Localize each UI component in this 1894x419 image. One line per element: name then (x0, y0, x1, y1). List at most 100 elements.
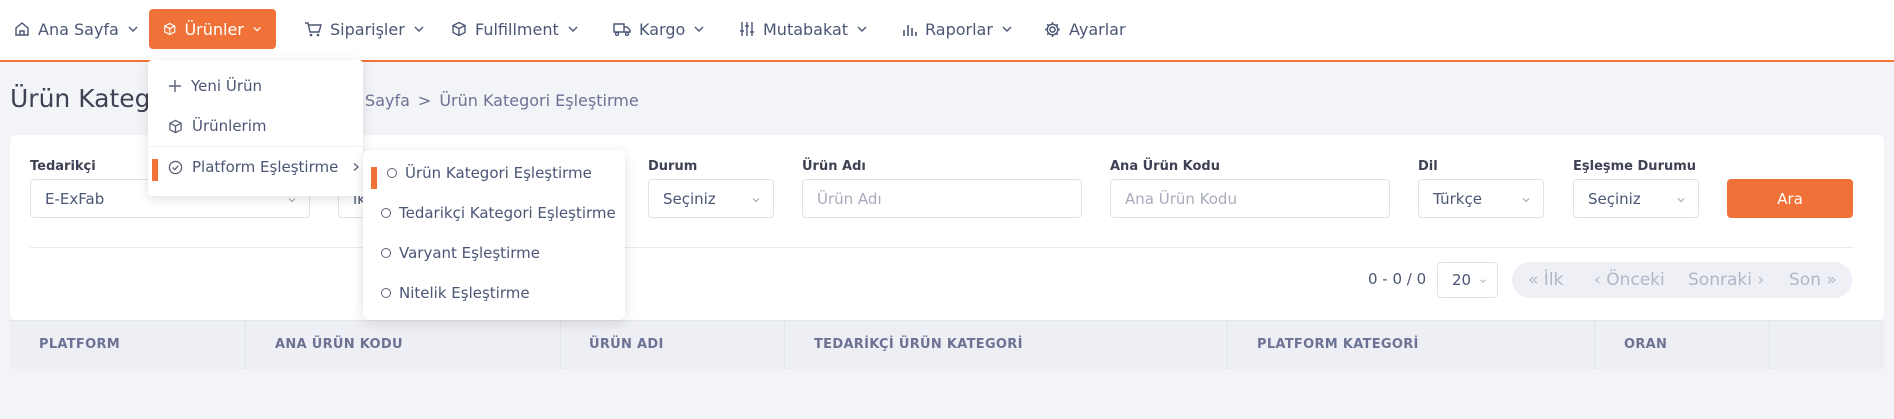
nav-item-shipping[interactable]: Kargo (613, 9, 705, 49)
breadcrumb-current: Ürün Kategori Eşleştirme (439, 91, 639, 110)
cart-icon (305, 22, 322, 37)
supplier-value: E-ExFab (45, 189, 105, 208)
chevron-down-icon (1480, 279, 1486, 283)
submenu-item-attribute[interactable]: Nitelik Eşleştirme (381, 284, 530, 302)
column-header[interactable]: PLATFORM KATEGORİ (1257, 337, 1419, 352)
menu-item-label: Yeni Ürün (191, 77, 263, 95)
filter-divider (30, 247, 1854, 248)
match-status-select[interactable]: Seçiniz (1573, 179, 1699, 218)
submenu-item-label: Ürün Kategori Eşleştirme (405, 164, 592, 182)
column-separator (560, 320, 561, 369)
nav-item-reconciliation[interactable]: Mutabakat (739, 9, 868, 49)
page-size-select[interactable]: 20 (1437, 262, 1498, 298)
chevron-down-icon (752, 198, 760, 203)
column-separator (784, 320, 785, 369)
column-header[interactable]: ORAN (1624, 337, 1667, 352)
language-select[interactable]: Türkçe (1418, 179, 1544, 218)
truck-icon (613, 23, 631, 37)
page-title: Ürün Kateg (10, 84, 151, 113)
active-indicator (371, 167, 377, 189)
box-icon (164, 22, 176, 36)
circle-icon (387, 168, 397, 178)
product-name-label: Ürün Adı (802, 159, 866, 174)
pager-next[interactable]: Sonraki › (1688, 270, 1764, 290)
column-separator (1594, 320, 1595, 369)
column-header[interactable]: TEDARİKÇİ ÜRÜN KATEGORİ (814, 337, 1023, 352)
circle-icon (381, 208, 391, 218)
main-code-input[interactable]: Ana Ürün Kodu (1110, 179, 1390, 218)
chevron-down-icon (128, 26, 138, 32)
platform-matching-submenu: Ürün Kategori Eşleştirme Tedarikçi Kateg… (363, 150, 625, 320)
chevron-down-icon (568, 26, 578, 32)
nav-item-home[interactable]: Ana Sayfa (14, 9, 139, 49)
chevron-down-icon (1522, 198, 1530, 203)
pagination: « İlk ‹ Önceki Sonraki › Son » (1512, 262, 1852, 298)
breadcrumb-separator: > (417, 91, 432, 110)
sliders-icon (740, 22, 754, 36)
chevron-down-icon (1677, 198, 1685, 203)
menu-item-new-product[interactable]: Yeni Ürün (168, 77, 262, 95)
chevron-down-icon (1002, 26, 1012, 32)
match-status-label: Eşleşme Durumu (1573, 159, 1697, 174)
breadcrumb: na Sayfa > Ürün Kategori Eşleştirme (340, 91, 639, 110)
pager-last[interactable]: Son » (1789, 270, 1837, 290)
active-indicator (152, 159, 158, 181)
submenu-item-label: Nitelik Eşleştirme (399, 284, 530, 302)
column-header[interactable]: ANA ÜRÜN KODU (275, 337, 403, 352)
pager-first[interactable]: « İlk (1528, 270, 1563, 290)
submenu-item-variant[interactable]: Varyant Eşleştirme (381, 244, 540, 262)
supplier-label: Tedarikçi (30, 159, 96, 174)
nav-label: Fulfillment (475, 19, 559, 39)
status-label: Durum (648, 159, 698, 174)
cube-icon (452, 21, 466, 37)
chevron-down-icon (694, 26, 704, 32)
products-dropdown: Yeni Ürün Ürünlerim Platform Eşleştirme (148, 60, 363, 196)
search-button[interactable]: Ara (1727, 179, 1853, 218)
circle-icon (381, 288, 391, 298)
nav-label: Kargo (639, 19, 686, 39)
menu-item-label: Ürünlerim (192, 117, 267, 135)
column-header[interactable]: ÜRÜN ADI (589, 337, 664, 352)
submenu-item-supplier-category[interactable]: Tedarikçi Kategori Eşleştirme (381, 204, 616, 222)
menu-item-my-products[interactable]: Ürünlerim (168, 117, 267, 135)
nav-item-fulfillment[interactable]: Fulfillment (451, 9, 579, 49)
nav-item-settings[interactable]: Ayarlar (1044, 9, 1126, 49)
main-code-placeholder: Ana Ürün Kodu (1125, 189, 1237, 208)
menu-item-platform-matching[interactable]: Platform Eşleştirme (168, 158, 361, 176)
chevron-down-icon (288, 198, 296, 203)
box-icon (169, 119, 182, 133)
chevron-down-icon (857, 26, 867, 32)
column-separator (1769, 320, 1770, 369)
column-separator (245, 320, 246, 369)
language-value: Türkçe (1433, 189, 1482, 208)
menu-divider (148, 146, 363, 147)
column-header[interactable]: PLATFORM (39, 337, 120, 352)
product-name-placeholder: Ürün Adı (817, 189, 882, 208)
check-circle-icon (168, 160, 183, 174)
nav-item-products[interactable]: Ürünler (149, 9, 276, 49)
nav-label: Mutabakat (763, 19, 849, 39)
gear-icon (1045, 21, 1060, 37)
nav-item-orders[interactable]: Siparişler (304, 9, 425, 49)
submenu-item-product-category[interactable]: Ürün Kategori Eşleştirme (387, 164, 592, 182)
language-label: Dil (1418, 159, 1438, 174)
chevron-down-icon (414, 26, 424, 32)
status-select[interactable]: Seçiniz (648, 179, 774, 218)
status-value: Seçiniz (663, 189, 716, 208)
match-status-value: Seçiniz (1588, 189, 1641, 208)
column-separator (1227, 320, 1228, 369)
product-name-input[interactable]: Ürün Adı (802, 179, 1082, 218)
submenu-item-label: Tedarikçi Kategori Eşleştirme (399, 204, 616, 222)
plus-icon (169, 80, 181, 92)
circle-icon (381, 248, 391, 258)
pager-prev[interactable]: ‹ Önceki (1594, 270, 1665, 290)
menu-item-label: Platform Eşleştirme (192, 158, 339, 176)
page-size-value: 20 (1452, 271, 1472, 289)
nav-label: Siparişler (330, 19, 405, 39)
nav-label: Ana Sayfa (38, 19, 119, 39)
home-icon (15, 22, 29, 36)
submenu-item-label: Varyant Eşleştirme (399, 244, 540, 262)
top-navbar: Ana Sayfa Ürünler Siparişler Fulfillment… (0, 0, 1894, 62)
pager-info: 0 - 0 / 0 (1368, 270, 1427, 288)
nav-item-reports[interactable]: Raporlar (901, 9, 1013, 49)
